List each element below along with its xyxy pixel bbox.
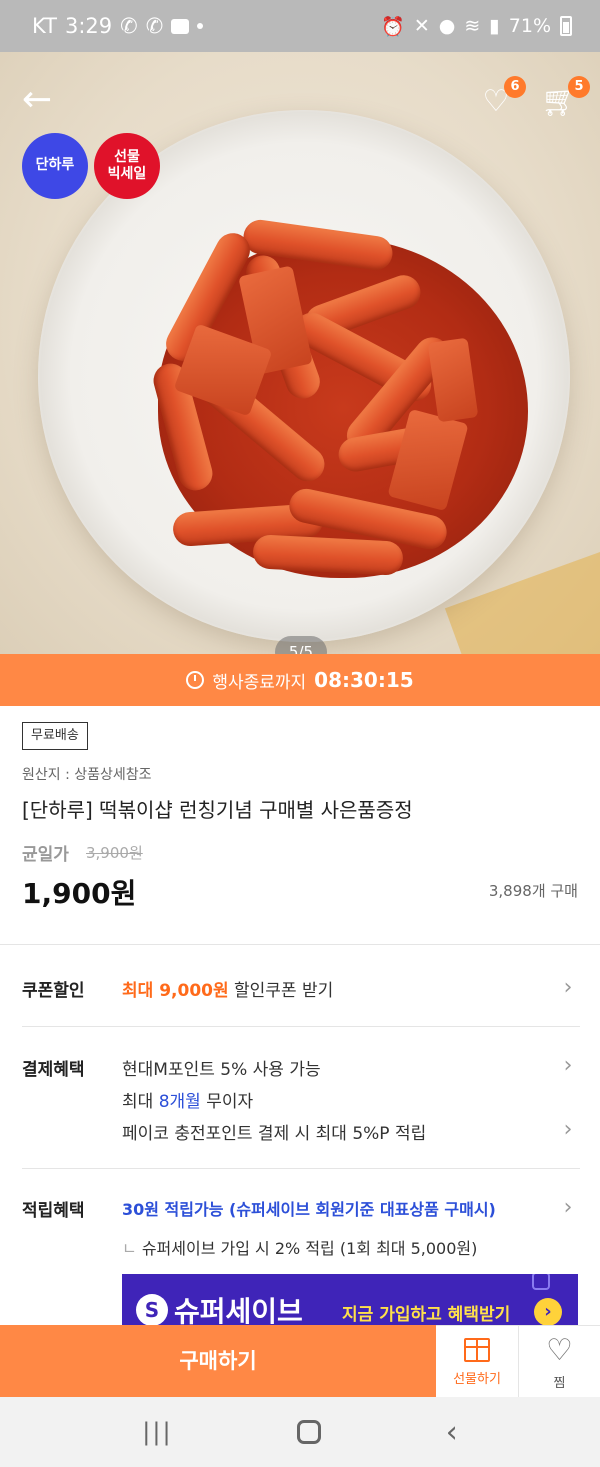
- price-label: 균일가: [22, 845, 69, 865]
- buy-button[interactable]: 구매하기: [0, 1325, 436, 1397]
- points-line-2-text: 슈퍼세이브 가입 시 2% 적립 (1회 최대 5,000원): [141, 1239, 478, 1258]
- wishlist-count-badge: 6: [504, 76, 526, 98]
- coupon-text: 최대 9,000원 할인쿠폰 받기: [122, 976, 333, 1001]
- wishlist-button[interactable]: ♡ 6: [476, 76, 526, 122]
- wish-button[interactable]: ♡ 찜: [518, 1325, 600, 1397]
- payment-line-2-highlight: 8개월: [158, 1092, 201, 1112]
- gift-sale-badge-line2: 빅세일: [107, 166, 147, 182]
- system-nav-bar: ||| ‹: [0, 1397, 600, 1467]
- wish-label: 찜: [553, 1376, 566, 1391]
- gift-button[interactable]: 선물하기: [436, 1325, 518, 1397]
- battery-icon: [560, 16, 572, 36]
- timer-value: 08:30:15: [314, 668, 414, 692]
- sub-bullet: ㄴ: [122, 1239, 137, 1258]
- clock-icon: [186, 671, 205, 689]
- product-info: 무료배송 원산지 : 상품상세참조 [단하루] 떡볶이샵 런칭기념 구매별 사은…: [0, 706, 600, 944]
- recent-apps-icon[interactable]: |||: [142, 1418, 172, 1446]
- clock-time: 3:29: [64, 14, 113, 38]
- points-line-2: ㄴ 슈퍼세이브 가입 시 2% 적립 (1회 최대 5,000원): [122, 1235, 477, 1259]
- product-image[interactable]: 5/5: [0, 52, 600, 654]
- payment-label: 결제혜택: [22, 1060, 85, 1080]
- timer-label: 행사종료까지: [212, 672, 307, 693]
- one-day-badge: 단하루: [22, 133, 88, 199]
- payment-line-1[interactable]: 현대M포인트 5% 사용 가능: [122, 1055, 321, 1080]
- chevron-right-icon[interactable]: ›: [558, 1196, 578, 1220]
- gift-icon: [464, 1338, 490, 1362]
- banner-brand: 슈퍼세이브: [174, 1295, 303, 1326]
- origin-text: 원산지 : 상품상세참조: [22, 767, 152, 783]
- message-icon: [171, 18, 190, 34]
- row-divider: [22, 1168, 580, 1169]
- payment-line-3[interactable]: 페이코 충전포인트 결제 시 최대 5%P 적립: [122, 1119, 426, 1144]
- back-arrow-icon[interactable]: ←: [22, 82, 58, 120]
- product-title: [단하루] 떡볶이샵 런칭기념 구매별 사은품증정: [22, 798, 413, 822]
- alarm-icon: ⏰: [381, 15, 405, 38]
- free-shipping-tag: 무료배송: [22, 722, 88, 750]
- location-icon: ●: [438, 15, 456, 37]
- call-icon: ✆: [120, 14, 138, 38]
- payment-line-2: 최대 8개월 무이자: [122, 1087, 253, 1112]
- carrier-label: KT: [32, 14, 57, 38]
- coupon-highlight: 최대 9,000원: [122, 981, 229, 1001]
- coupon-label: 쿠폰할인: [22, 981, 85, 1001]
- banner-cta: 지금 가입하고 혜택받기: [342, 1305, 511, 1325]
- chevron-right-icon[interactable]: ›: [558, 1118, 578, 1142]
- wifi-icon: ≋: [464, 15, 481, 37]
- gift-sale-badge: 선물 빅세일: [94, 133, 160, 199]
- status-bar: KT 3:29 ✆ ✆ ⏰ ✕ ● ≋ ▮ 71%: [0, 0, 600, 52]
- mute-icon: ✕: [413, 15, 430, 37]
- sale-price: 1,900원: [22, 877, 137, 910]
- original-price: 3,900원: [86, 844, 143, 862]
- row-divider: [22, 1026, 580, 1027]
- gift-sale-badge-line1: 선물: [114, 148, 140, 165]
- heart-icon: ♡: [546, 1333, 573, 1368]
- chevron-right-icon[interactable]: ›: [558, 1054, 578, 1078]
- home-icon[interactable]: [297, 1420, 322, 1444]
- battery-percent: 71%: [508, 15, 551, 37]
- chevron-right-icon[interactable]: ›: [558, 976, 578, 1000]
- supersave-banner[interactable]: S 슈퍼세이브 지금 가입하고 혜택받기 ›: [122, 1274, 578, 1326]
- back-icon[interactable]: ‹: [446, 1415, 458, 1450]
- supersave-mini-logo-icon: [532, 1274, 550, 1290]
- image-pager: 5/5: [275, 636, 327, 654]
- points-line-1[interactable]: 30원 적립가능 (슈퍼세이브 회원기준 대표상품 구매시): [122, 1196, 496, 1220]
- payment-line-2-suffix: 무이자: [200, 1092, 254, 1112]
- cart-button[interactable]: 🛒︎ 5: [540, 76, 590, 122]
- sold-count: 3,898개 구매: [488, 882, 578, 900]
- one-day-badge-label: 단하루: [35, 157, 75, 174]
- section-divider: [0, 944, 600, 945]
- notification-dot-icon: [197, 23, 204, 29]
- status-left: KT 3:29 ✆ ✆: [32, 14, 204, 38]
- cart-count-badge: 5: [568, 76, 590, 98]
- rice-cake: [252, 534, 404, 576]
- payment-line-2-prefix: 최대: [122, 1092, 159, 1112]
- event-timer-bar: 행사종료까지 08:30:15: [0, 654, 600, 706]
- arrow-right-icon: ›: [534, 1298, 562, 1326]
- signal-icon: ▮: [489, 15, 500, 37]
- supersave-logo-icon: S: [136, 1294, 168, 1326]
- points-label: 적립혜택: [22, 1201, 85, 1221]
- status-right: ⏰ ✕ ● ≋ ▮ 71%: [381, 15, 572, 38]
- gift-label: 선물하기: [453, 1372, 501, 1387]
- coupon-suffix: 할인쿠폰 받기: [228, 981, 334, 1001]
- call-icon-2: ✆: [145, 14, 164, 38]
